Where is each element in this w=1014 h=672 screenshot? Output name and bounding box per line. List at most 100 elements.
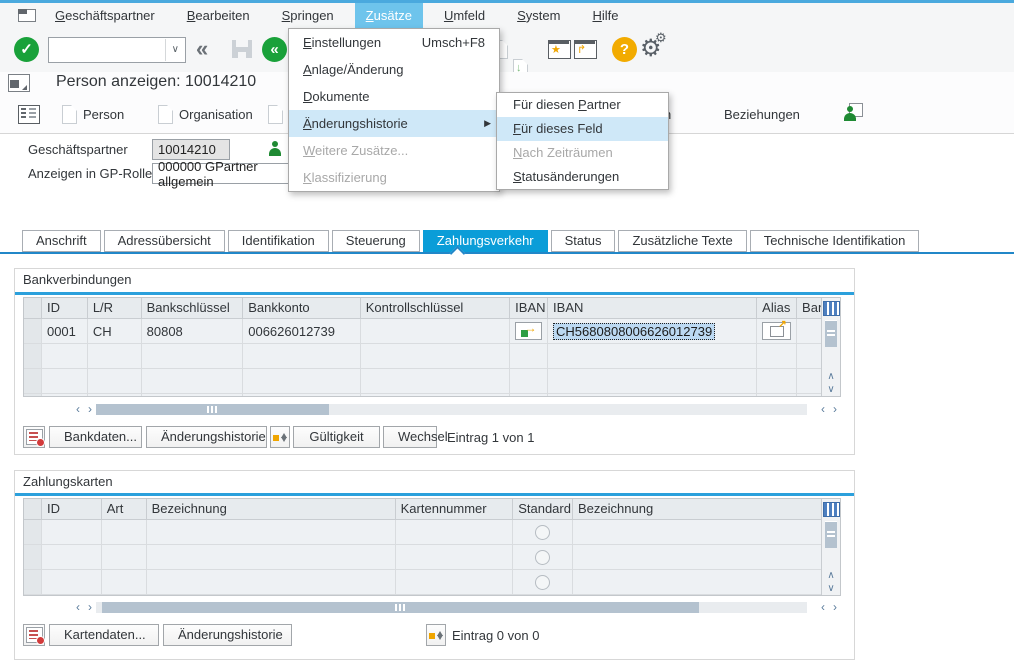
locator-toggle-icon[interactable] — [18, 105, 40, 124]
standard-radio[interactable] — [535, 525, 550, 540]
select-all-cell[interactable] — [24, 298, 42, 318]
scroll-left-icon[interactable]: ‹ — [817, 599, 829, 615]
col-alias[interactable]: Alias — [757, 298, 797, 318]
iban-value-selected[interactable]: CH5680808006626012739 — [553, 323, 715, 340]
cell-bankschluessel[interactable]: 80808 — [142, 319, 244, 343]
back-chevrons-icon[interactable]: « — [196, 37, 208, 61]
menu-item-aenderungshistorie[interactable]: Änderungshistorie ▶ — [289, 110, 499, 137]
alias-button[interactable] — [762, 322, 791, 340]
kartendaten-button[interactable]: Kartendaten... — [49, 624, 159, 646]
sort-button[interactable] — [270, 426, 290, 448]
cell-bank-clipped[interactable] — [797, 319, 821, 343]
scroll-up-icon[interactable]: ∧ — [827, 569, 834, 582]
submenu-item-statusaenderungen[interactable]: Statusänderungen — [497, 165, 668, 189]
gueltigkeit-button[interactable]: Gültigkeit — [293, 426, 380, 448]
delete-bank-row-button[interactable] — [23, 426, 45, 448]
wechsel-button[interactable]: Wechsel — [383, 426, 437, 448]
bank-row-empty[interactable] — [24, 369, 821, 394]
organisation-button[interactable]: Organisation — [158, 103, 253, 125]
scroll-right-icon[interactable]: › — [84, 401, 96, 417]
title-window-icon[interactable] — [8, 74, 30, 92]
switch-partner-icon[interactable] — [843, 103, 863, 121]
col-id[interactable]: ID — [42, 298, 88, 318]
row-selector-cell[interactable] — [24, 319, 42, 343]
scroll-down-icon[interactable]: ∨ — [827, 383, 834, 396]
col-iban-button[interactable]: IBAN — [510, 298, 548, 318]
scroll-left-icon[interactable]: ‹ — [817, 401, 829, 417]
scroll-left-icon[interactable]: ‹ — [72, 599, 84, 615]
scroll-right-icon[interactable]: › — [829, 401, 841, 417]
table-settings-icon[interactable] — [823, 301, 840, 316]
submenu-item-fuer-dieses-feld[interactable]: Für dieses Feld — [497, 117, 668, 141]
menubar-item-geschaeftspartner[interactable]: Geschäftspartner — [44, 3, 166, 28]
card-row-empty[interactable] — [24, 570, 821, 595]
bank-aenderungshistorie-button[interactable]: Änderungshistorie — [146, 426, 267, 448]
help-button[interactable]: ? — [612, 37, 637, 62]
scroll-up-icon[interactable]: ∧ — [827, 370, 834, 383]
scroll-track[interactable] — [96, 404, 807, 415]
submenu-item-fuer-diesen-partner[interactable]: Für diesen Partner — [497, 93, 668, 117]
col-kartennummer[interactable]: Kartennummer — [396, 499, 514, 519]
tab-adressuebersicht[interactable]: Adressübersicht — [104, 230, 225, 252]
standard-radio[interactable] — [535, 550, 550, 565]
create-shortcut-icon[interactable]: ↱ — [574, 40, 597, 59]
save-icon[interactable] — [232, 40, 252, 58]
col-bank-clipped[interactable]: Bank — [797, 298, 821, 318]
cell-id[interactable]: 0001 — [42, 319, 88, 343]
tab-identifikation[interactable]: Identifikation — [228, 230, 329, 252]
card-aenderungshistorie-button[interactable]: Änderungshistorie — [163, 624, 292, 646]
menubar-item-hilfe[interactable]: Hilfe — [581, 3, 629, 28]
tab-anschrift[interactable]: Anschrift — [22, 230, 101, 252]
col-bezeichnung[interactable]: Bezeichnung — [147, 499, 396, 519]
bank-row-empty[interactable] — [24, 394, 821, 396]
gruppe-button-partial[interactable] — [268, 103, 283, 125]
scroll-track[interactable] — [96, 602, 807, 613]
system-menu-icon[interactable] — [18, 9, 36, 22]
col-standard[interactable]: Standard — [513, 499, 573, 519]
standard-radio[interactable] — [535, 575, 550, 590]
new-session-icon[interactable]: ★ — [548, 40, 571, 59]
command-input[interactable] — [49, 39, 165, 61]
scrollbar-thumb[interactable] — [96, 404, 329, 415]
bank-row-1[interactable]: 0001 CH 80808 006626012739 CH56808080066… — [24, 319, 821, 344]
tab-zusaetzliche-texte[interactable]: Zusätzliche Texte — [618, 230, 746, 252]
col-lr[interactable]: L/R — [88, 298, 142, 318]
menu-item-anlage-aenderung[interactable]: Anlage/Änderung — [289, 56, 499, 83]
tab-technische-identifikation[interactable]: Technische Identifikation — [750, 230, 920, 252]
menubar-item-system[interactable]: System — [506, 3, 571, 28]
col-bezeichnung-2[interactable]: Bezeichnung — [573, 499, 821, 519]
menu-item-dokumente[interactable]: Dokumente — [289, 83, 499, 110]
bankdaten-button[interactable]: Bankdaten... — [49, 426, 142, 448]
delete-card-row-button[interactable] — [23, 624, 45, 646]
col-iban[interactable]: IBAN — [548, 298, 757, 318]
card-row-empty[interactable] — [24, 520, 821, 545]
select-all-cell[interactable] — [24, 499, 42, 519]
menubar-item-zusaetze[interactable]: Zusätze — [355, 3, 423, 28]
scroll-left-icon[interactable]: ‹ — [72, 401, 84, 417]
person-button[interactable]: Person — [62, 103, 124, 125]
menu-item-einstellungen[interactable]: Einstellungen Umsch+F8 — [289, 29, 499, 56]
submenu-item-nach-zeitraeumen[interactable]: Nach Zeiträumen — [497, 141, 668, 165]
menubar-item-umfeld[interactable]: Umfeld — [433, 3, 496, 28]
sort-button[interactable] — [426, 624, 446, 646]
scroll-down-icon[interactable]: ∨ — [827, 582, 834, 595]
cell-lr[interactable]: CH — [88, 319, 142, 343]
bank-row-empty[interactable] — [24, 344, 821, 369]
card-row-empty[interactable] — [24, 545, 821, 570]
scrollbar-thumb[interactable] — [825, 320, 837, 347]
col-id[interactable]: ID — [42, 499, 102, 519]
scrollbar-thumb[interactable] — [825, 521, 837, 548]
menu-item-weitere-zusaetze[interactable]: Weitere Zusätze... — [289, 137, 499, 164]
beziehungen-button[interactable]: Beziehungen — [724, 103, 800, 125]
cell-kontrollschluessel[interactable] — [361, 319, 510, 343]
table-settings-icon[interactable] — [823, 502, 840, 517]
iban-generate-button[interactable] — [515, 322, 542, 340]
col-kontrollschluessel[interactable]: Kontrollschlüssel — [361, 298, 510, 318]
back-button[interactable]: « — [262, 37, 287, 62]
col-art[interactable]: Art — [102, 499, 147, 519]
cell-iban[interactable]: CH5680808006626012739 — [548, 319, 757, 343]
col-bankkonto[interactable]: Bankkonto — [243, 298, 361, 318]
menubar-item-bearbeiten[interactable]: Bearbeiten — [176, 3, 261, 28]
scroll-right-icon[interactable]: › — [829, 599, 841, 615]
cell-bankkonto[interactable]: 006626012739 — [243, 319, 361, 343]
